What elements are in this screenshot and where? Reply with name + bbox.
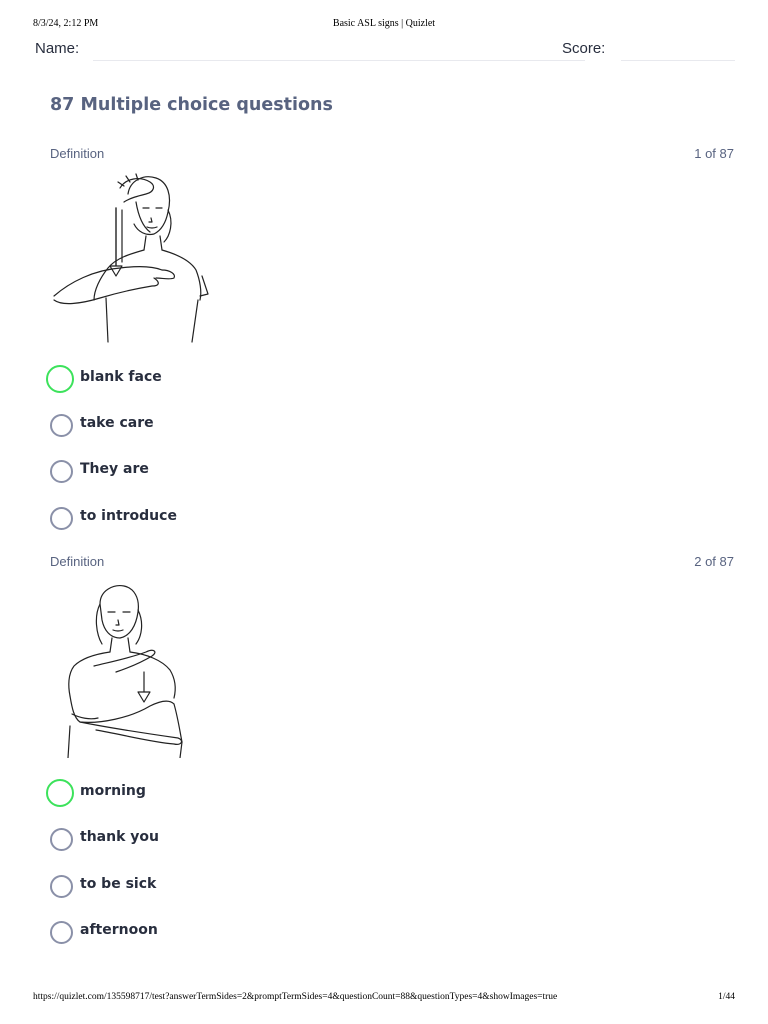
score-label: Score:	[562, 40, 606, 57]
question-header: Definition 2 of 87	[50, 554, 734, 574]
question-1: Definition 1 of 87 blank face take care …	[46, 146, 734, 536]
option-1[interactable]: morning	[46, 779, 450, 808]
option-label: afternoon	[80, 922, 158, 938]
radio-button[interactable]	[50, 507, 73, 530]
option-1[interactable]: blank face	[46, 365, 450, 394]
option-label: blank face	[80, 369, 162, 385]
option-label: take care	[80, 415, 154, 431]
radio-button-highlighted[interactable]	[46, 365, 74, 393]
radio-button[interactable]	[50, 828, 73, 851]
question-header: Definition 1 of 87	[50, 146, 734, 166]
section-title: 87 Multiple choice questions	[50, 95, 333, 115]
radio-button[interactable]	[50, 875, 73, 898]
radio-button[interactable]	[50, 921, 73, 944]
option-label: They are	[80, 461, 149, 477]
question-counter: 2 of 87	[694, 554, 734, 569]
print-header: 8/3/24, 2:12 PM Basic ASL signs | Quizle…	[33, 18, 735, 32]
option-3[interactable]: to be sick	[50, 875, 450, 901]
radio-button-highlighted[interactable]	[46, 779, 74, 807]
option-2[interactable]: thank you	[50, 828, 450, 854]
score-field[interactable]	[621, 60, 735, 61]
print-footer: https://quizlet.com/135598717/test?answe…	[33, 992, 735, 1006]
option-label: thank you	[80, 829, 159, 845]
name-label: Name:	[35, 40, 80, 57]
option-label: to introduce	[80, 508, 177, 524]
option-4[interactable]: afternoon	[50, 921, 450, 947]
name-field[interactable]	[93, 60, 585, 61]
option-3[interactable]: They are	[50, 460, 450, 486]
question-label: Definition	[50, 146, 105, 161]
option-2[interactable]: take care	[50, 414, 450, 440]
asl-sign-illustration-icon	[50, 166, 215, 344]
print-title: Basic ASL signs | Quizlet	[332, 18, 436, 29]
asl-sign-illustration-icon	[50, 582, 200, 758]
option-label: to be sick	[80, 876, 157, 892]
question-2: Definition 2 of 87 morning thank you to …	[46, 554, 734, 950]
option-label: morning	[80, 783, 146, 799]
radio-button[interactable]	[50, 460, 73, 483]
question-label: Definition	[50, 554, 105, 569]
page-number: 1/44	[718, 992, 735, 1002]
option-4[interactable]: to introduce	[50, 507, 450, 533]
page-url: https://quizlet.com/135598717/test?answe…	[33, 992, 558, 1002]
radio-button[interactable]	[50, 414, 73, 437]
question-counter: 1 of 87	[694, 146, 734, 161]
name-score-row: Name: Score:	[35, 38, 735, 64]
